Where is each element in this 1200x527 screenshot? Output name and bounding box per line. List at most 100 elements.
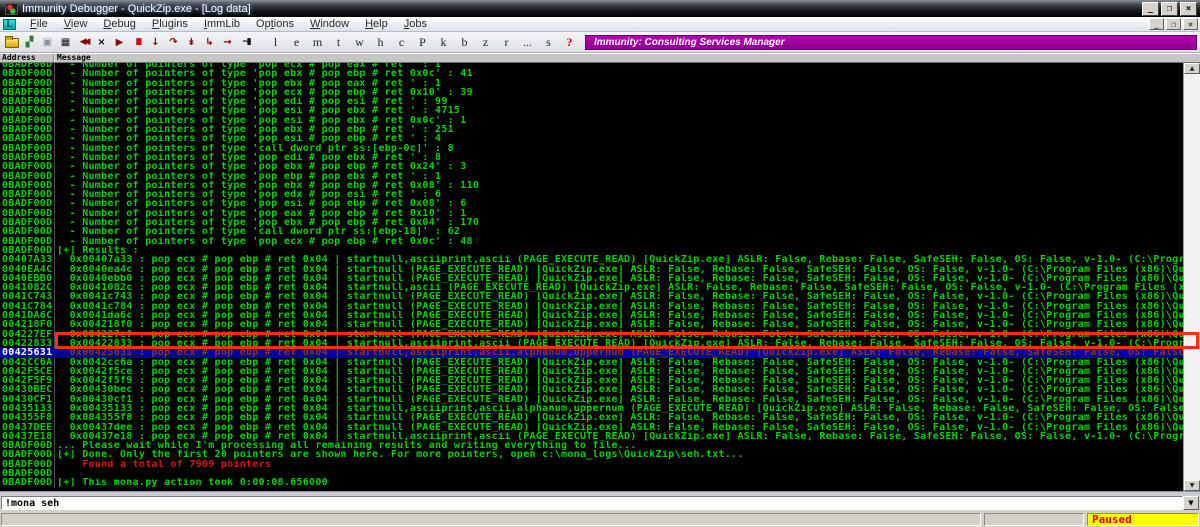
log-row[interactable]: 0042F5F9 0x0042f5f9 : pop ecx # pop ebp …	[0, 376, 1183, 385]
command-dropdown-icon[interactable]: ▼	[1183, 496, 1199, 510]
log-row[interactable]: 00437E18 0x00437e18 : pop ecx # pop ebp …	[0, 432, 1183, 441]
menu-item-immlib[interactable]: ImmLib	[196, 17, 248, 31]
column-header-address[interactable]: Address	[0, 54, 55, 62]
menu-item-jobs[interactable]: Jobs	[396, 17, 435, 31]
execute-till-return-icon[interactable]: →	[219, 34, 236, 50]
window-button-threads[interactable]: t	[328, 34, 349, 50]
window-button-cpu[interactable]: c	[391, 34, 412, 50]
menu-item-debug[interactable]: Debug	[95, 17, 143, 31]
log-row[interactable]: 0041C743 0x0041c743 : pop ecx # pop ebp …	[0, 292, 1183, 301]
log-row[interactable]: 0BADF00D [+] Results :	[0, 246, 1183, 255]
log-row[interactable]: 0BADF00D - Number of pointers of type 'p…	[0, 209, 1183, 218]
mdi-restore-button[interactable]: ❐	[1166, 18, 1181, 30]
restart-icon[interactable]: ◀◀	[75, 34, 92, 50]
log-row[interactable]: 004218F0 0x004218f0 : pop ecx # pop ebp …	[0, 320, 1183, 329]
open-file-icon[interactable]	[3, 34, 20, 50]
memory-map-icon[interactable]: ▦	[57, 34, 74, 50]
log-row[interactable]: 0BADF00D - Number of pointers of type 'p…	[0, 69, 1183, 78]
log-row[interactable]: 0BADF00D - Number of pointers of type 'p…	[0, 190, 1183, 199]
log-row[interactable]: 0BADF00D - Number of pointers of type 'p…	[0, 116, 1183, 125]
log-row[interactable]: 0BADF00D - Number of pointers of type 'p…	[0, 181, 1183, 190]
log-row[interactable]: 0040EBB0 0x0040ebb0 : pop ecx # pop ebp …	[0, 274, 1183, 283]
log-row[interactable]: 0BADF00D [+] This mona.py action took 0:…	[0, 478, 1183, 487]
window-button-executables[interactable]: e	[286, 34, 307, 50]
command-input[interactable]	[1, 496, 1183, 510]
attach-process-icon[interactable]: ▞	[21, 34, 38, 50]
log-row[interactable]: 0BADF00D - Number of pointers of type 'p…	[0, 97, 1183, 106]
restore-button[interactable]: ❐	[1161, 2, 1178, 16]
log-row[interactable]: 0BADF00D - Number of pointers of type 'p…	[0, 218, 1183, 227]
log-row[interactable]: 0040EA4C 0x0040ea4c : pop ecx # pop ebp …	[0, 265, 1183, 274]
scroll-up-icon[interactable]: ▲	[1184, 63, 1200, 74]
log-row[interactable]: 0BADF00D [+] Done. Only the first 20 poi…	[0, 450, 1183, 459]
menu-item-file[interactable]: File	[22, 17, 56, 31]
log-row[interactable]: 0041DA6C 0x0041da6c : pop ecx # pop ebp …	[0, 311, 1183, 320]
log-row[interactable]: 0BADF00D - Number of pointers of type 'p…	[0, 237, 1183, 246]
window-button-memory[interactable]: m	[307, 34, 328, 50]
log-row[interactable]: 0BADF00D - Number of pointers of type 'p…	[0, 199, 1183, 208]
help-button[interactable]: ?	[559, 34, 580, 50]
log-row[interactable]: 0BADF00D	[0, 469, 1183, 478]
log-row-address: 00430BEC	[0, 385, 55, 394]
log-row[interactable]: 004227EF 0x004227ef : pop ecx # pop ebp …	[0, 330, 1183, 339]
menu-item-help[interactable]: Help	[357, 17, 396, 31]
window-button-windows[interactable]: w	[349, 34, 370, 50]
log-row[interactable]: 0BADF00D - Number of pointers of type 'p…	[0, 153, 1183, 162]
log-row-address: 004227EF	[0, 330, 55, 339]
step-over-icon[interactable]: ↷	[165, 34, 182, 50]
menu-item-plugins[interactable]: Plugins	[144, 17, 196, 31]
menu-item-window[interactable]: Window	[302, 17, 357, 31]
log-row[interactable]: 0BADF00D - Number of pointers of type 'p…	[0, 134, 1183, 143]
log-row[interactable]: 00422833 0x00422833 : pop ecx # pop ebp …	[0, 339, 1183, 348]
log-row[interactable]: 00435133 0x00435133 : pop ecx # pop ebp …	[0, 404, 1183, 413]
log-row[interactable]: 0BADF00D - Number of pointers of type 'p…	[0, 88, 1183, 97]
log-row[interactable]: 0BADF00D - Number of pointers of type 'p…	[0, 106, 1183, 115]
log-row[interactable]: 00430CF1 0x00430cf1 : pop ecx # pop ebp …	[0, 395, 1183, 404]
log-window-icon[interactable]: L	[3, 19, 16, 30]
log-row[interactable]: 00437DEE 0x00437dee : pop ecx # pop ebp …	[0, 423, 1183, 432]
mdi-minimize-button[interactable]: _	[1149, 18, 1164, 30]
window-button-more[interactable]: ...	[517, 34, 538, 50]
log-row[interactable]: 0BADF00D - Number of pointers of type 'p…	[0, 162, 1183, 171]
window-button-source[interactable]: s	[538, 34, 559, 50]
log-row[interactable]: 0041C784 0x0041c784 : pop ecx # pop ebp …	[0, 302, 1183, 311]
window-button-log[interactable]: l	[265, 34, 286, 50]
menu-item-options[interactable]: Options	[248, 17, 302, 31]
menu-item-view[interactable]: View	[56, 17, 96, 31]
vertical-scrollbar[interactable]: ▲ ▼	[1183, 63, 1200, 491]
windows-list-icon[interactable]: ▣	[39, 34, 56, 50]
mdi-close-button[interactable]: ×	[1183, 18, 1198, 30]
run-icon[interactable]: ▶	[111, 34, 128, 50]
window-button-callstack[interactable]: k	[433, 34, 454, 50]
log-row[interactable]: 0BADF00D - Number of pointers of type 'p…	[0, 125, 1183, 134]
log-row[interactable]: 0BADF00D Found a total of 7909 pointers	[0, 460, 1183, 469]
log-row[interactable]: 0BADF00D - Number of pointers of type 'p…	[0, 172, 1183, 181]
window-button-references[interactable]: r	[496, 34, 517, 50]
log-row[interactable]: 004355F8 0x004355f8 : pop ecx # pop ebp …	[0, 413, 1183, 422]
log-row[interactable]: 00425631 0x00425631 : pop ecx # pop ebp …	[0, 348, 1183, 357]
window-button-patches[interactable]: P	[412, 34, 433, 50]
log-row-address: 0BADF00D	[0, 144, 55, 153]
go-to-address-icon[interactable]: →▮	[237, 34, 254, 50]
log-row[interactable]: 0042CC6A 0x0042cc6a : pop ecx # pop ebp …	[0, 358, 1183, 367]
close-process-icon[interactable]: ×	[93, 34, 110, 50]
window-button-z[interactable]: z	[475, 34, 496, 50]
log-row[interactable]: 0BADF00D - Number of pointers of type 'c…	[0, 144, 1183, 153]
log-row[interactable]: 0042F5CE 0x0042f5ce : pop ecx # pop ebp …	[0, 367, 1183, 376]
trace-over-icon[interactable]: ↳	[201, 34, 218, 50]
pause-icon[interactable]: ▮▮	[129, 34, 146, 50]
step-into-icon[interactable]: ↓	[147, 34, 164, 50]
log-row[interactable]: 00407A33 0x00407a33 : pop ecx # pop ebp …	[0, 255, 1183, 264]
window-button-breakpoints[interactable]: b	[454, 34, 475, 50]
log-row[interactable]: 0041082C 0x0041082c : pop ecx # pop ebp …	[0, 283, 1183, 292]
window-button-handles[interactable]: h	[370, 34, 391, 50]
log-row[interactable]: 0BADF00D - Number of pointers of type 'c…	[0, 227, 1183, 236]
close-button[interactable]: ×	[1180, 2, 1197, 16]
log-row[interactable]: 0BADF00D ... Please wait while I'm proce…	[0, 441, 1183, 450]
trace-into-icon[interactable]: ↡	[183, 34, 200, 50]
log-row[interactable]: 00430BEC 0x00430bec : pop ecx # pop ebp …	[0, 385, 1183, 394]
minimize-button[interactable]: _	[1142, 2, 1159, 16]
log-row[interactable]: 0BADF00D - Number of pointers of type 'p…	[0, 79, 1183, 88]
column-header-message[interactable]: Message	[55, 54, 1200, 62]
scroll-down-icon[interactable]: ▼	[1184, 480, 1200, 491]
